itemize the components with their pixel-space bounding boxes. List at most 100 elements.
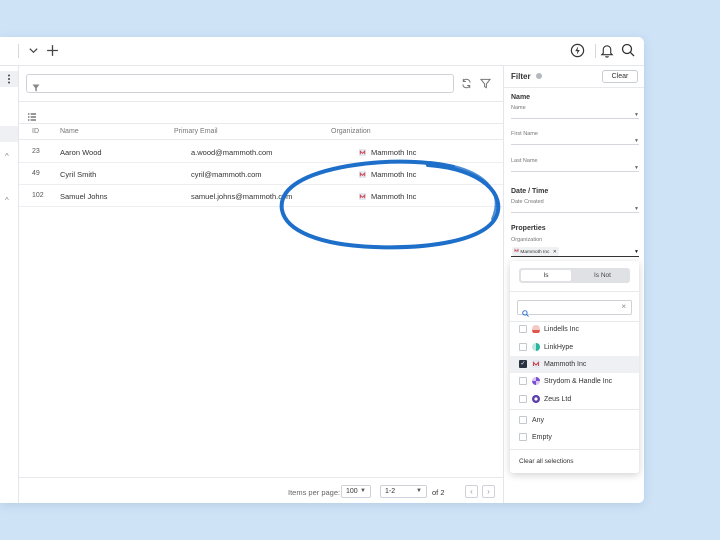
info-icon[interactable] [536, 73, 542, 79]
organization-name: Mammoth Inc [371, 170, 417, 179]
section-date-heading: Date / Time [511, 188, 549, 195]
items-per-page-value: 100 [346, 488, 358, 495]
caret-up-icon[interactable]: ^ [5, 152, 9, 161]
search-input[interactable] [45, 76, 445, 94]
dropdown-search-input[interactable] [532, 306, 622, 319]
chip-remove-icon[interactable]: ✕ [553, 250, 557, 255]
checkbox-checked[interactable]: ✓ [519, 360, 527, 368]
cell-id: 102 [32, 192, 44, 199]
dropdown-search[interactable]: × [517, 300, 632, 319]
option-label: Empty [532, 434, 552, 441]
table-row[interactable]: 102 Samuel Johns samuel.johns@mammoth.co… [19, 185, 503, 207]
divider [510, 409, 639, 410]
is-option[interactable]: Is [521, 270, 571, 281]
cell-email: a.wood@mammoth.com [191, 148, 273, 157]
chevron-down-icon[interactable] [28, 45, 39, 56]
main-content: ID Name Primary Email Organization 23 Aa… [19, 66, 503, 503]
option-label: Lindells Inc [544, 326, 580, 333]
organization-chip[interactable]: Mammoth Inc ✕ [512, 247, 559, 256]
divider [510, 291, 639, 292]
is-not-option[interactable]: Is Not [577, 270, 628, 281]
chip-label: Mammoth Inc [520, 250, 550, 255]
cell-name: Aaron Wood [60, 148, 102, 157]
caret-down-icon: ▼ [634, 165, 639, 171]
cell-email: samuel.johns@mammoth.com [191, 192, 293, 201]
search-box[interactable] [26, 74, 454, 94]
checkbox[interactable] [519, 416, 527, 424]
column-header-name[interactable]: Name [60, 128, 79, 135]
last-name-field[interactable]: Last Name ▼ [511, 158, 639, 172]
mammoth-logo-icon [532, 360, 540, 368]
clear-search-icon[interactable]: × [621, 302, 626, 311]
page-count: of 2 [432, 488, 445, 497]
is-toggle: Is Is Not [519, 268, 630, 283]
caret-down-icon: ▼ [634, 249, 639, 255]
view-toolbar [19, 102, 503, 124]
date-created-field[interactable]: Date Created ▼ [511, 199, 639, 213]
rail-selected-item[interactable] [0, 126, 18, 142]
cell-id: 49 [32, 170, 40, 177]
organization-name: Mammoth Inc [371, 192, 417, 201]
items-per-page-label: Items per page: [288, 488, 341, 497]
cell-organization: Mammoth Inc [359, 148, 416, 157]
option-linkhype[interactable]: LinkHype [510, 339, 639, 356]
option-zeus-ltd[interactable]: Zeus Ltd [510, 391, 639, 408]
option-strydom-handle-inc[interactable]: Strydom & Handle Inc [510, 373, 639, 390]
plus-icon[interactable] [46, 44, 59, 57]
page-range-select[interactable]: 1-2 ▼ [380, 485, 427, 498]
kebab-menu-icon[interactable] [0, 71, 18, 87]
first-name-field[interactable]: First Name ▼ [511, 131, 639, 145]
checkbox[interactable] [519, 377, 527, 385]
section-name-heading: Name [511, 94, 531, 101]
next-page-button[interactable]: › [482, 485, 495, 498]
column-header-id[interactable]: ID [32, 128, 39, 135]
search-icon[interactable] [621, 43, 635, 57]
filter-title: Filter [511, 72, 531, 81]
previous-page-button[interactable]: ‹ [465, 485, 478, 498]
organization-name: Mammoth Inc [371, 148, 417, 157]
mammoth-logo-icon [514, 248, 519, 253]
option-label: LinkHype [544, 344, 574, 351]
field-label: Last Name [511, 158, 538, 164]
left-rail: ^ ^ [0, 66, 19, 503]
field-label: Organization [511, 237, 543, 243]
cell-name: Cyril Smith [60, 170, 97, 179]
items-per-page-select[interactable]: 100 ▼ [341, 485, 371, 498]
column-header-email[interactable]: Primary Email [174, 128, 218, 135]
filter-toggle-icon[interactable] [478, 76, 492, 90]
lightning-icon[interactable] [570, 43, 585, 58]
search-row [19, 66, 503, 102]
cell-name: Samuel Johns [60, 192, 108, 201]
filter-header: Filter Clear [504, 66, 644, 88]
strydom-logo-icon [532, 377, 540, 385]
option-any[interactable]: Any [510, 412, 639, 429]
option-mammoth-inc[interactable]: ✓ Mammoth Inc [510, 356, 639, 373]
checkbox[interactable] [519, 343, 527, 351]
checkbox[interactable] [519, 395, 527, 403]
name-field[interactable]: Name ▼ [511, 105, 639, 119]
bell-icon[interactable] [600, 43, 614, 58]
checkbox[interactable] [519, 325, 527, 333]
lindells-logo-icon [532, 325, 540, 333]
clear-all-selections-link[interactable]: Clear all selections [519, 458, 574, 465]
cell-organization: Mammoth Inc [359, 192, 416, 201]
option-lindells-inc[interactable]: Lindells Inc [510, 321, 639, 338]
mammoth-logo-icon [359, 149, 366, 156]
divider [595, 44, 596, 58]
organization-dropdown: Is Is Not × Lindells Inc LinkHype ✓ Mamm… [510, 261, 639, 473]
funnel-icon [32, 79, 40, 97]
pagination-bar: Items per page: 100 ▼ 1-2 ▼ of 2 ‹ › [19, 477, 503, 503]
checkbox[interactable] [519, 433, 527, 441]
mammoth-logo-icon [359, 193, 366, 200]
column-header-organization[interactable]: Organization [331, 128, 371, 135]
table-row[interactable]: 23 Aaron Wood a.wood@mammoth.com Mammoth… [19, 141, 503, 163]
table-header: ID Name Primary Email Organization [19, 124, 503, 140]
field-label: Name [511, 105, 526, 111]
option-empty[interactable]: Empty [510, 429, 639, 446]
caret-up-icon[interactable]: ^ [5, 196, 9, 205]
table-row[interactable]: 49 Cyril Smith cyril@mammoth.com Mammoth… [19, 163, 503, 185]
top-bar [0, 37, 644, 66]
refresh-icon[interactable] [459, 76, 473, 90]
clear-button[interactable]: Clear [602, 70, 638, 83]
field-label: Date Created [511, 199, 544, 205]
